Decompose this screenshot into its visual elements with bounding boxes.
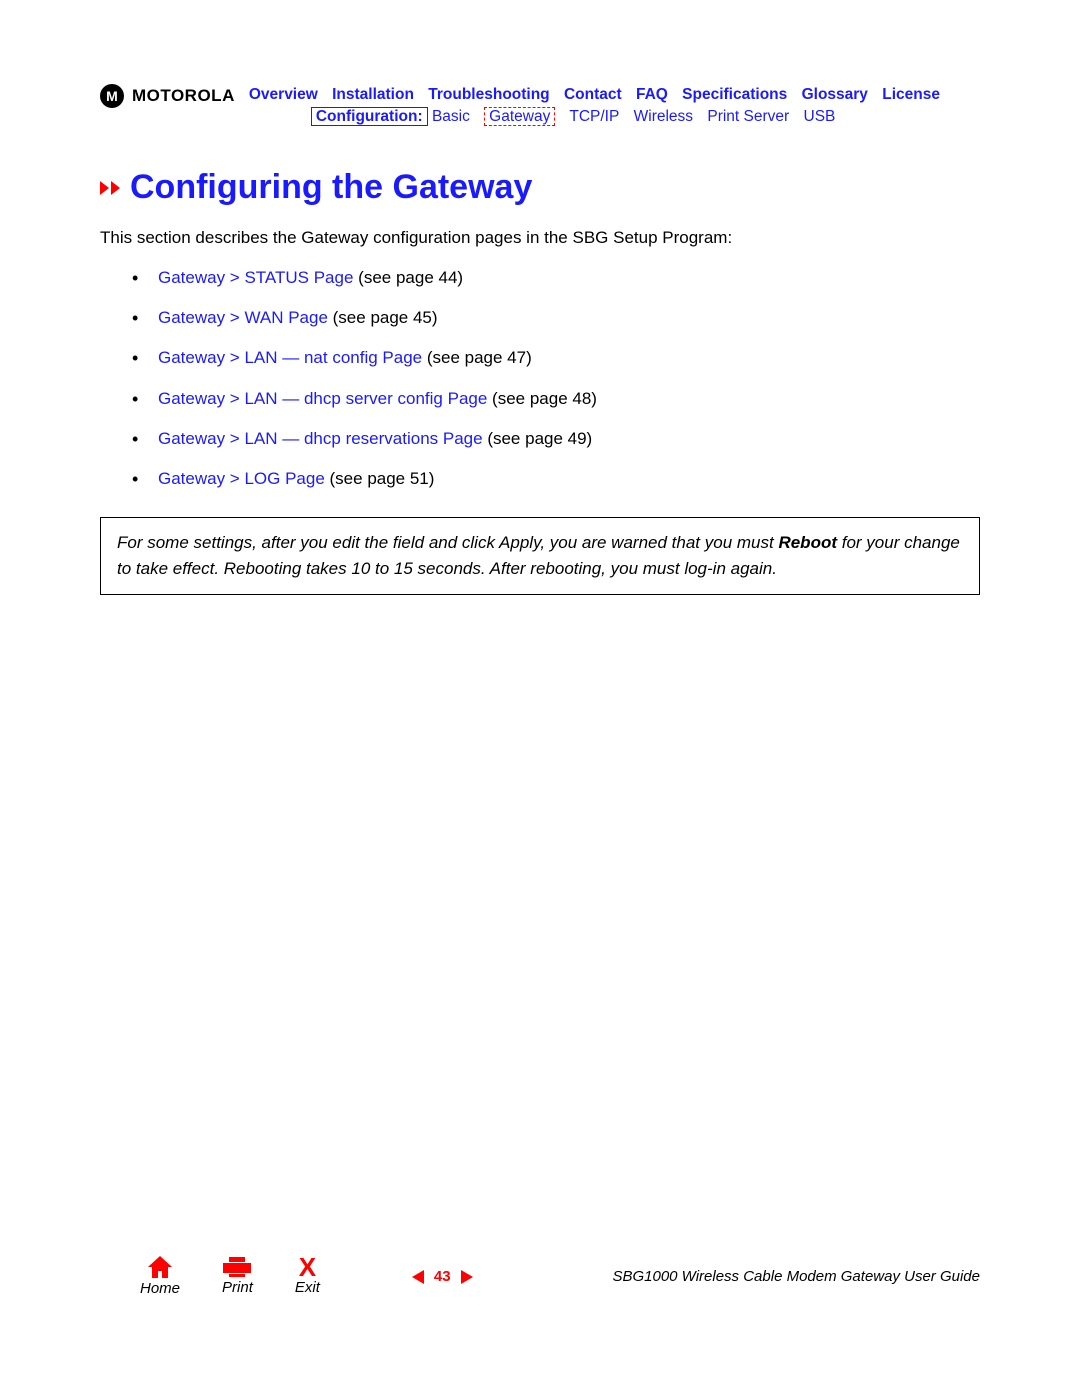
link-tail: (see page 48)	[487, 389, 597, 408]
link-tail: (see page 51)	[325, 469, 435, 488]
prev-page-button[interactable]	[412, 1270, 424, 1284]
page-header: M MOTOROLA Overview Installation Trouble…	[100, 86, 980, 126]
list-item: Gateway > LAN — dhcp server config Page …	[100, 386, 980, 412]
motorola-icon: M	[100, 84, 124, 108]
link-gateway-lan-dhcp-res[interactable]: Gateway > LAN — dhcp reservations Page	[158, 429, 483, 448]
brand-logo: M MOTOROLA	[100, 84, 235, 108]
list-item: Gateway > STATUS Page (see page 44)	[100, 265, 980, 291]
nav-primary: Overview Installation Troubleshooting Co…	[249, 86, 980, 104]
exit-label: Exit	[295, 1279, 320, 1296]
nav-installation[interactable]: Installation	[332, 86, 414, 103]
note-bold: Reboot	[778, 533, 837, 552]
nav-tcpip[interactable]: TCP/IP	[569, 108, 619, 125]
list-item: Gateway > LAN — dhcp reservations Page (…	[100, 426, 980, 452]
list-item: Gateway > WAN Page (see page 45)	[100, 305, 980, 331]
nav-glossary[interactable]: Glossary	[802, 86, 868, 103]
link-tail: (see page 49)	[483, 429, 593, 448]
nav-basic[interactable]: Basic	[432, 108, 470, 125]
chevron-right-icon	[100, 181, 120, 195]
note-pre: For some settings, after you edit the fi…	[117, 533, 778, 552]
nav-overview[interactable]: Overview	[249, 86, 318, 103]
link-tail: (see page 45)	[328, 308, 438, 327]
link-gateway-status[interactable]: Gateway > STATUS Page	[158, 268, 353, 287]
nav-configuration-current: Configuration:	[311, 107, 428, 126]
print-label: Print	[222, 1279, 253, 1296]
list-item: Gateway > LOG Page (see page 51)	[100, 466, 980, 492]
nav-contact[interactable]: Contact	[564, 86, 622, 103]
list-item: Gateway > LAN — nat config Page (see pag…	[100, 345, 980, 371]
nav-specifications[interactable]: Specifications	[682, 86, 787, 103]
nav-printserver[interactable]: Print Server	[707, 108, 789, 125]
toc-links: Gateway > STATUS Page (see page 44) Gate…	[100, 265, 980, 493]
nav-faq[interactable]: FAQ	[636, 86, 668, 103]
link-gateway-lan-dhcp-server[interactable]: Gateway > LAN — dhcp server config Page	[158, 389, 487, 408]
link-gateway-lan-nat[interactable]: Gateway > LAN — nat config Page	[158, 348, 422, 367]
print-icon	[223, 1257, 251, 1277]
nav-gateway[interactable]: Gateway	[484, 107, 555, 126]
exit-button[interactable]: X Exit	[295, 1257, 320, 1296]
nav-usb[interactable]: USB	[804, 108, 836, 125]
intro-text: This section describes the Gateway confi…	[100, 225, 980, 251]
brand-word: MOTOROLA	[132, 86, 235, 106]
link-tail: (see page 44)	[353, 268, 463, 287]
nav-wireless[interactable]: Wireless	[634, 108, 693, 125]
document-title: SBG1000 Wireless Cable Modem Gateway Use…	[612, 1268, 980, 1285]
link-gateway-wan[interactable]: Gateway > WAN Page	[158, 308, 328, 327]
page-number: 43	[434, 1268, 451, 1285]
nav-troubleshooting[interactable]: Troubleshooting	[428, 86, 549, 103]
print-button[interactable]: Print	[222, 1257, 253, 1296]
page-footer: Home Print X Exit 43 SBG1000 Wireless Ca…	[0, 1256, 1080, 1297]
home-label: Home	[140, 1280, 180, 1297]
note-box: For some settings, after you edit the fi…	[100, 517, 980, 596]
pager: 43	[412, 1268, 473, 1285]
nav-secondary: Configuration: Basic Gateway TCP/IP Wire…	[249, 108, 980, 126]
page-title: Configuring the Gateway	[100, 168, 980, 207]
close-icon: X	[299, 1257, 316, 1277]
nav-license[interactable]: License	[882, 86, 940, 103]
home-button[interactable]: Home	[140, 1256, 180, 1297]
home-icon	[148, 1256, 172, 1278]
page-title-text: Configuring the Gateway	[130, 168, 532, 207]
link-tail: (see page 47)	[422, 348, 532, 367]
next-page-button[interactable]	[461, 1270, 473, 1284]
link-gateway-log[interactable]: Gateway > LOG Page	[158, 469, 325, 488]
